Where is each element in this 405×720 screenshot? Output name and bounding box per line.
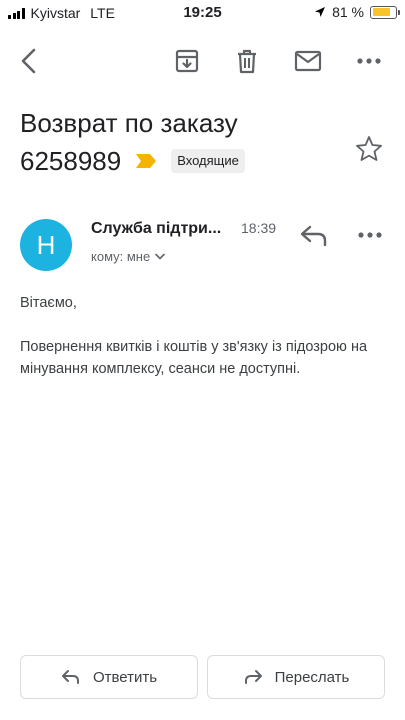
reply-icon[interactable] bbox=[298, 222, 330, 250]
email-subject: Возврат по заказу 6258989 Входящие bbox=[20, 104, 340, 180]
subject-line-2: 6258989 bbox=[20, 146, 122, 176]
battery-icon bbox=[370, 5, 400, 19]
forward-arrow-icon bbox=[244, 670, 262, 684]
more-horizontal-icon bbox=[357, 58, 381, 64]
email-toolbar bbox=[0, 36, 405, 86]
recipient-text: кому: мне bbox=[91, 249, 151, 264]
mark-unread-button[interactable] bbox=[291, 44, 325, 78]
subject-line-1: Возврат по заказу bbox=[20, 108, 238, 138]
mail-icon bbox=[294, 50, 322, 72]
status-bar-right: 81 % bbox=[314, 4, 400, 20]
trash-icon bbox=[238, 49, 256, 74]
message-more-icon[interactable] bbox=[354, 222, 386, 250]
archive-button[interactable] bbox=[170, 44, 204, 78]
status-bar: Kyivstar LTE 19:25 81 % bbox=[0, 0, 405, 26]
back-arrow-icon bbox=[21, 48, 36, 74]
star-icon[interactable] bbox=[354, 134, 384, 164]
forward-button[interactable]: Переслать bbox=[207, 655, 385, 699]
archive-icon bbox=[175, 49, 199, 73]
body-greeting: Вітаємо, bbox=[20, 295, 77, 311]
more-options-button[interactable] bbox=[352, 44, 386, 78]
email-time: 18:39 bbox=[241, 220, 277, 236]
inbox-label-chip[interactable]: Входящие bbox=[171, 149, 245, 173]
location-arrow-icon bbox=[315, 7, 326, 17]
sender-avatar[interactable]: H bbox=[20, 219, 72, 271]
chevron-down-icon bbox=[155, 253, 166, 260]
battery-percent: 81 % bbox=[332, 4, 364, 20]
back-button[interactable] bbox=[12, 44, 46, 78]
reply-button-label: Ответить bbox=[92, 668, 158, 686]
reply-button[interactable]: Ответить bbox=[20, 655, 198, 699]
body-paragraph: Повернення квитків і коштів у зв'язку із… bbox=[20, 339, 368, 377]
recipient-details-toggle[interactable]: кому: мне bbox=[91, 249, 166, 264]
subject-line-2-row: 6258989 Входящие bbox=[20, 142, 340, 180]
reply-arrow-icon bbox=[61, 670, 79, 684]
email-body: Вітаємо, Повернення квитків і коштів у з… bbox=[20, 292, 385, 380]
battery-level bbox=[372, 8, 391, 16]
important-marker-icon[interactable] bbox=[135, 153, 157, 169]
sender-name: Служба підтри... bbox=[91, 220, 222, 237]
delete-button[interactable] bbox=[230, 44, 264, 78]
forward-button-label: Переслать bbox=[274, 668, 350, 686]
